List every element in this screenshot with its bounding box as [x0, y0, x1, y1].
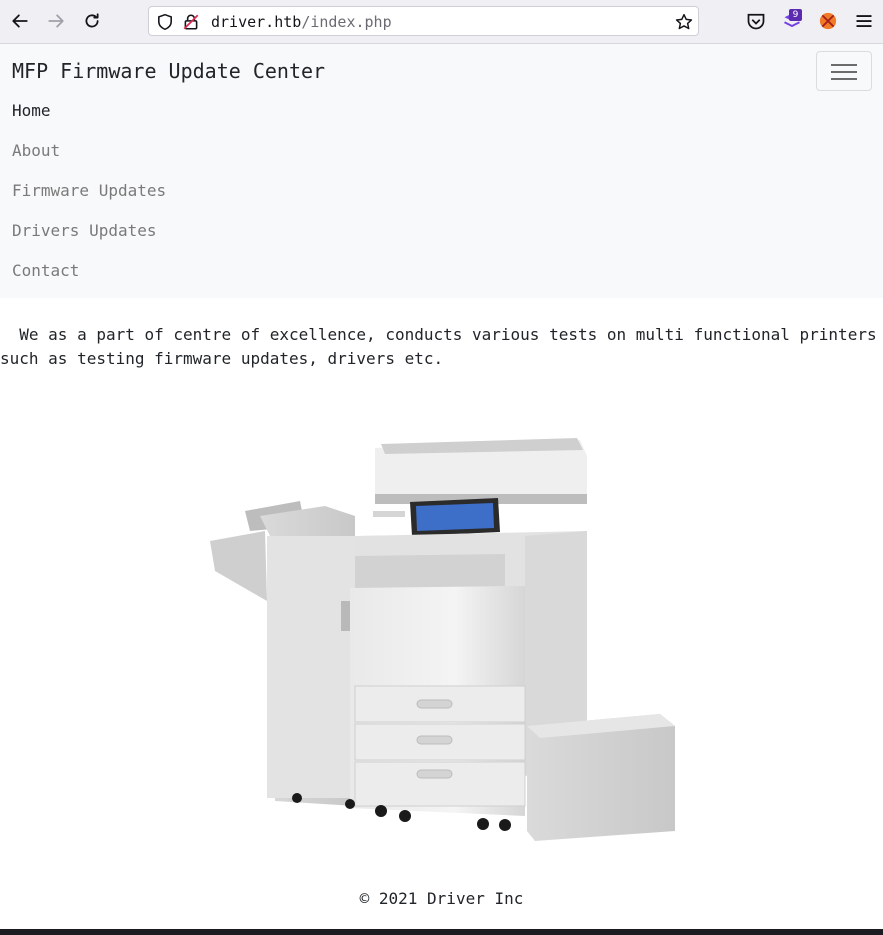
- back-button[interactable]: [9, 10, 31, 32]
- toggler-bar-icon: [831, 71, 857, 73]
- nav-item-home[interactable]: Home: [12, 101, 51, 121]
- pocket-icon[interactable]: [746, 11, 766, 31]
- toggler-bar-icon: [831, 78, 857, 80]
- extension-badge: 9: [789, 9, 802, 21]
- site-footer: © 2021 Driver Inc: [359, 889, 524, 908]
- insecure-lock-icon[interactable]: [182, 13, 200, 31]
- reload-button[interactable]: [81, 10, 103, 32]
- nav-item-drivers-updates[interactable]: Drivers Updates: [12, 221, 157, 241]
- intro-line: We as a part of centre of excellence, co…: [0, 325, 877, 344]
- window-bottom-edge: [0, 929, 883, 935]
- printer-image: [210, 438, 675, 841]
- url-text[interactable]: driver.htb/index.php: [211, 12, 392, 32]
- hamburger-menu-icon[interactable]: [854, 11, 874, 31]
- back-arrow-icon: [12, 14, 28, 28]
- nav-item-about[interactable]: About: [12, 141, 60, 161]
- nav-item-contact[interactable]: Contact: [12, 261, 79, 281]
- browser-toolbar: driver.htb/index.php 9: [0, 0, 883, 44]
- reload-icon: [85, 13, 99, 28]
- navbar-toggle-button[interactable]: [816, 51, 872, 91]
- address-bar[interactable]: driver.htb/index.php: [148, 6, 699, 36]
- forward-arrow-icon: [48, 14, 64, 28]
- shield-icon[interactable]: [156, 13, 174, 31]
- bookmark-star-icon[interactable]: [675, 13, 693, 31]
- blocker-extension-icon[interactable]: [818, 11, 838, 31]
- site-brand[interactable]: MFP Firmware Update Center: [12, 59, 325, 83]
- toggler-bar-icon: [831, 64, 857, 66]
- forward-button[interactable]: [45, 10, 67, 32]
- url-path: /index.php: [301, 13, 392, 31]
- nav-item-firmware-updates[interactable]: Firmware Updates: [12, 181, 166, 201]
- url-host: driver.htb: [211, 13, 302, 31]
- intro-paragraph: We as a part of centre of excellence, co…: [0, 323, 883, 371]
- intro-line: such as testing firmware updates, driver…: [0, 349, 444, 368]
